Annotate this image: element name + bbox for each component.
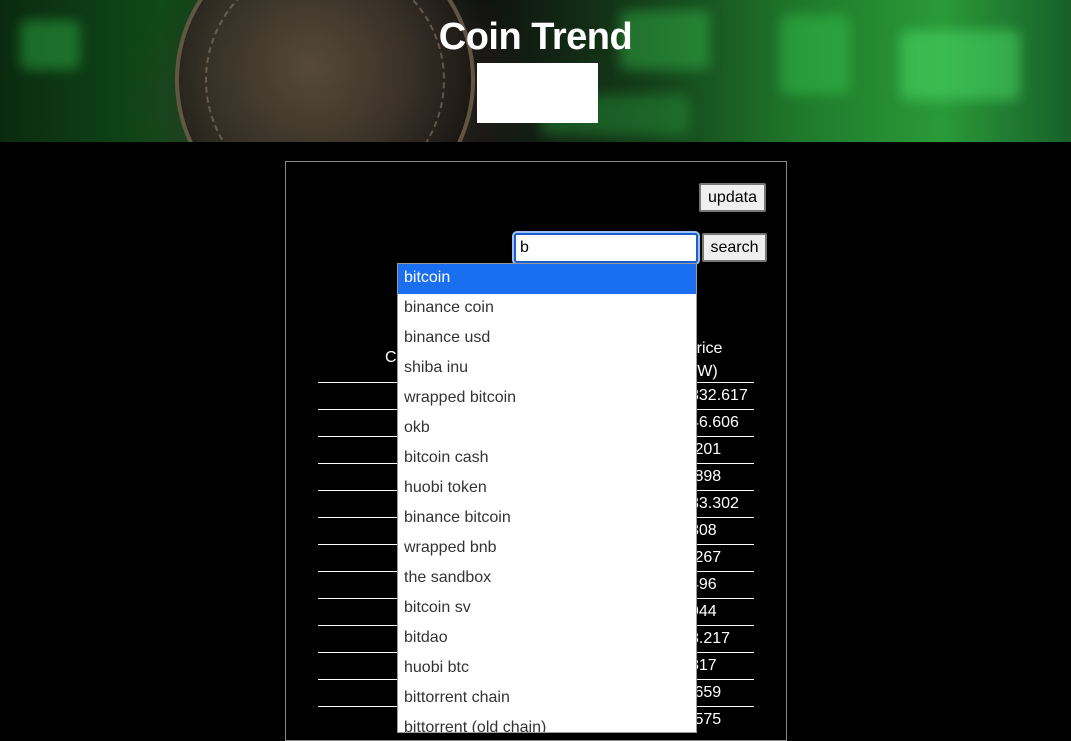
autocomplete-option[interactable]: huobi token	[398, 474, 696, 504]
autocomplete-option[interactable]: the sandbox	[398, 564, 696, 594]
autocomplete-dropdown: bitcoin binance coin binance usd shiba inu w…	[397, 263, 697, 733]
autocomplete-option[interactable]: binance usd	[398, 324, 696, 354]
column-header-coin: C	[385, 349, 397, 366]
search-button[interactable]: search	[702, 233, 767, 262]
autocomplete-option[interactable]: binance coin	[398, 294, 696, 324]
header-banner: Coin Trend	[0, 0, 1071, 142]
update-button[interactable]: updata	[699, 183, 766, 212]
autocomplete-option[interactable]: bitdao	[398, 624, 696, 654]
autocomplete-option[interactable]: bitcoin cash	[398, 444, 696, 474]
autocomplete-option[interactable]: wrapped bitcoin	[398, 384, 696, 414]
autocomplete-option[interactable]: okb	[398, 414, 696, 444]
autocomplete-option[interactable]: bittorrent (old chain)	[398, 714, 696, 732]
site-title: Coin Trend	[438, 16, 633, 58]
autocomplete-option[interactable]: shiba inu	[398, 354, 696, 384]
autocomplete-option[interactable]: bittorrent chain	[398, 684, 696, 714]
banner-white-box	[477, 63, 598, 123]
coin-price-cell: 33.302	[690, 495, 739, 512]
autocomplete-option[interactable]: bitcoin sv	[398, 594, 696, 624]
search-input[interactable]	[512, 231, 700, 265]
coin-price-cell: 46.606	[690, 414, 739, 431]
autocomplete-option[interactable]: huobi btc	[398, 654, 696, 684]
autocomplete-option[interactable]: binance bitcoin	[398, 504, 696, 534]
autocomplete-option[interactable]: wrapped bnb	[398, 534, 696, 564]
coin-price-cell: 332.617	[690, 387, 748, 404]
autocomplete-option[interactable]: bitcoin	[398, 264, 696, 294]
